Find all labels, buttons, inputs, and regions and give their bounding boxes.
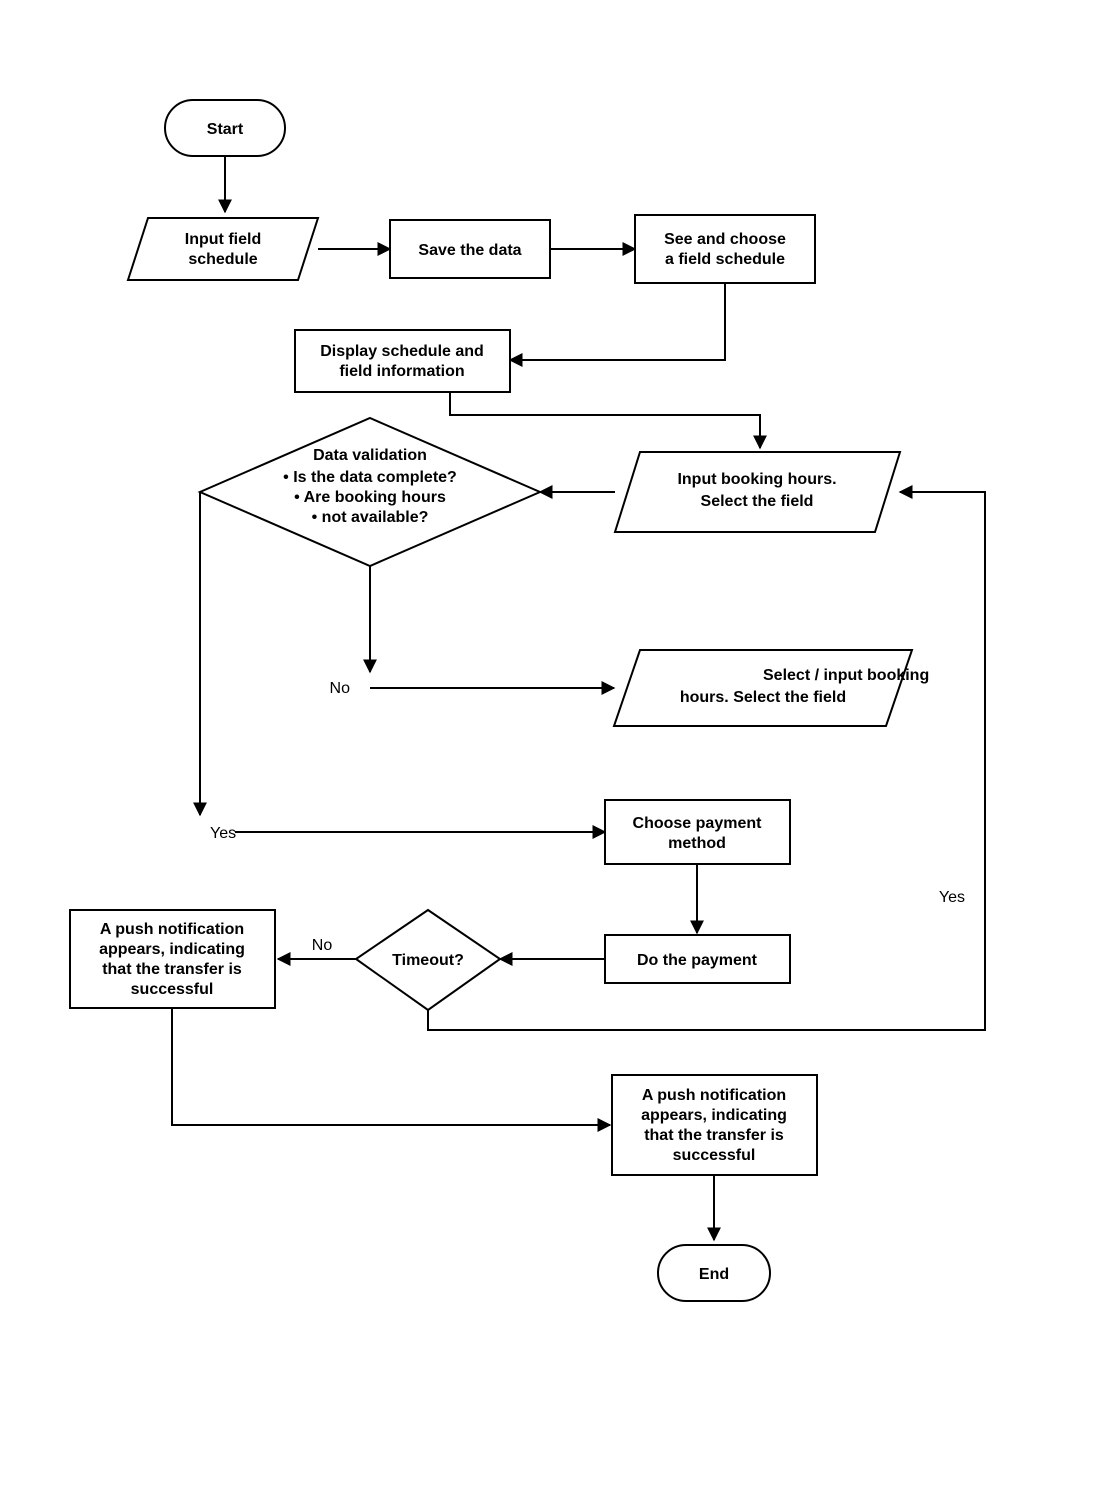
dp-label: Do the payment — [637, 952, 758, 969]
edge — [172, 1008, 610, 1125]
node-timeout: Timeout? — [356, 910, 500, 1010]
save-data-label: Save the data — [418, 242, 521, 259]
node-input-booking: Input booking hours. Select the field — [615, 452, 900, 532]
node-select-booking: Select / input booking hours. Select the… — [614, 650, 929, 726]
display-l2: field information — [339, 363, 464, 380]
edge-yes2: Yes — [939, 889, 965, 906]
val-title: Data validation — [313, 447, 427, 464]
node-end: End — [658, 1245, 770, 1301]
node-display-info: Display schedule and field information — [295, 330, 510, 392]
edge-yes1: Yes — [210, 825, 236, 842]
node-start: Start — [165, 100, 285, 156]
cp-l1: Choose payment — [633, 815, 763, 832]
p2-l1: A push notification — [642, 1087, 786, 1104]
p1-l4: successful — [131, 981, 214, 998]
node-do-payment: Do the payment — [605, 935, 790, 983]
cp-l2: method — [668, 835, 726, 852]
end-label: End — [699, 1266, 729, 1283]
edge — [510, 283, 725, 360]
p2-l2: appears, indicating — [641, 1107, 787, 1124]
input-schedule-l1: Input field — [185, 231, 261, 248]
p2-l4: successful — [673, 1147, 756, 1164]
edge-no2: No — [312, 937, 333, 954]
p1-l1: A push notification — [100, 921, 244, 938]
edge — [450, 392, 760, 448]
node-push1: A push notification appears, indicating … — [70, 910, 275, 1008]
edge-no1: No — [330, 680, 351, 697]
node-choose-payment: Choose payment method — [605, 800, 790, 864]
p1-l2: appears, indicating — [99, 941, 245, 958]
timeout-label: Timeout? — [392, 952, 464, 969]
val-b2: • Are booking hours — [294, 489, 446, 506]
sb-l2: hours. Select the field — [680, 689, 846, 706]
val-b1: • Is the data complete? — [283, 469, 457, 486]
choose-l1: See and choose — [664, 231, 786, 248]
val-b3: • not available? — [312, 509, 429, 526]
p2-l3: that the transfer is — [644, 1127, 784, 1144]
ib-l2: Select the field — [701, 493, 814, 510]
start-label: Start — [207, 121, 244, 138]
input-schedule-l2: schedule — [188, 251, 257, 268]
display-l1: Display schedule and — [320, 343, 484, 360]
p1-l3: that the transfer is — [102, 961, 242, 978]
node-input-schedule: Input field schedule — [128, 218, 318, 280]
ib-l1: Input booking hours. — [677, 471, 836, 488]
node-push2: A push notification appears, indicating … — [612, 1075, 817, 1175]
choose-l2: a field schedule — [665, 251, 785, 268]
node-validation: Data validation • Is the data complete? … — [200, 418, 540, 566]
flowchart-canvas: Start Input field schedule Save the data… — [0, 0, 1100, 1489]
sb-l1: Select / input booking — [763, 667, 929, 684]
node-save-data: Save the data — [390, 220, 550, 278]
node-choose-schedule: See and choose a field schedule — [635, 215, 815, 283]
